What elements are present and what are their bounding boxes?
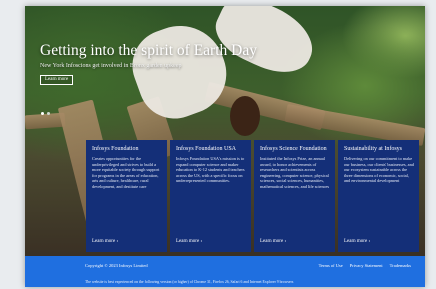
card-title: Infosys Science Foundation — [260, 146, 327, 152]
chevron-right-icon: › — [200, 239, 203, 244]
card-sustainability: Sustainability at Infosys Delivering on … — [338, 140, 419, 252]
card-title: Sustainability at Infosys — [344, 146, 402, 152]
terms-of-use-link[interactable]: Terms of Use — [319, 263, 343, 268]
trademarks-link[interactable]: Trademarks — [390, 263, 411, 268]
card-body: Delivering on our commitment to make our… — [344, 156, 414, 184]
card-title: Infosys Foundation — [92, 146, 139, 152]
carousel-dot-1[interactable] — [41, 112, 44, 115]
card-body: Infosys Foundation USA's mission is to e… — [176, 156, 245, 184]
card-title: Infosys Foundation USA — [176, 146, 237, 152]
browser-support-note: The website is best experienced on the f… — [85, 280, 294, 284]
learn-more-button[interactable]: Learn more — [40, 75, 74, 85]
card-body: Instituted the Infosys Prize, an annual … — [260, 156, 330, 189]
hero-title: Getting into the spirit of Earth Day — [40, 42, 257, 59]
hero-image-soil — [230, 96, 260, 136]
card-link-label: Learn more — [260, 239, 284, 244]
chevron-right-icon: › — [368, 239, 371, 244]
card-learn-more-link[interactable]: Learn more › — [176, 239, 202, 244]
card-learn-more-link[interactable]: Learn more › — [344, 239, 370, 244]
card-link-label: Learn more — [176, 239, 200, 244]
footer-links: Terms of Use Privacy Statement Trademark… — [319, 263, 411, 268]
footer: Copyright © 2023 Infosys Limited Terms o… — [25, 256, 425, 287]
web-page: Getting into the spirit of Earth Day New… — [25, 6, 425, 287]
card-infosys-foundation-usa: Infosys Foundation USA Infosys Foundatio… — [170, 140, 251, 252]
carousel-dot-2[interactable] — [47, 112, 50, 115]
card-infosys-foundation: Infosys Foundation Creates opportunities… — [86, 140, 167, 252]
privacy-statement-link[interactable]: Privacy Statement — [350, 263, 383, 268]
hero-subtitle: New York Infoscions get involved in Bron… — [40, 63, 182, 69]
card-learn-more-link[interactable]: Learn more › — [260, 239, 286, 244]
card-learn-more-link[interactable]: Learn more › — [92, 239, 118, 244]
card-infosys-science-foundation: Infosys Science Foundation Instituted th… — [254, 140, 335, 252]
chevron-right-icon: › — [116, 239, 119, 244]
copyright-text: Copyright © 2023 Infosys Limited — [85, 263, 148, 268]
chevron-right-icon: › — [284, 239, 287, 244]
card-body: Creates opportunities for the underprivi… — [92, 156, 160, 189]
card-link-label: Learn more — [92, 239, 116, 244]
cards-row: Infosys Foundation Creates opportunities… — [86, 140, 419, 252]
card-link-label: Learn more — [344, 239, 368, 244]
